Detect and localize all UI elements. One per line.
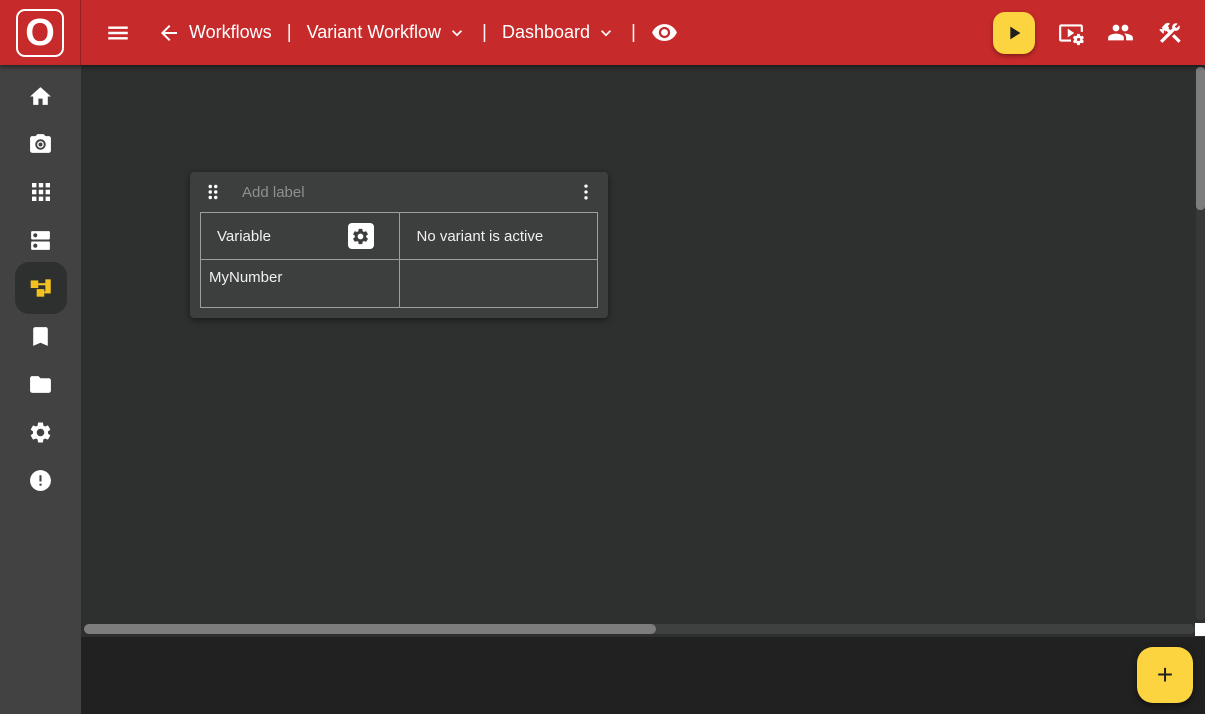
topbar: O Workflows | Variant Workflow | Dashboa… xyxy=(0,0,1205,65)
chevron-down-icon xyxy=(447,23,467,43)
vertical-scrollbar-thumb[interactable] xyxy=(1196,67,1205,210)
sidebar-item-alerts[interactable] xyxy=(0,456,81,504)
sidebar-item-workflows[interactable] xyxy=(0,264,81,312)
active-indicator xyxy=(15,262,67,314)
widget-header xyxy=(190,172,608,212)
workflow-tree-icon xyxy=(28,275,54,301)
video-settings-button[interactable] xyxy=(1058,20,1084,46)
people-icon xyxy=(1107,19,1134,46)
table-header-row: Variable No variant is active xyxy=(201,213,598,260)
drag-handle-icon xyxy=(202,181,224,203)
apps-grid-icon xyxy=(29,180,53,204)
variable-widget-card: Variable No variant is active xyxy=(190,172,608,318)
tools-button[interactable] xyxy=(1157,20,1183,46)
widget-menu-button[interactable] xyxy=(576,182,596,202)
kebab-menu-icon xyxy=(576,182,596,202)
bottom-panel xyxy=(81,637,1205,714)
camera-icon xyxy=(28,132,53,157)
drag-handle[interactable] xyxy=(202,181,224,203)
sidebar xyxy=(0,65,81,714)
folder-icon xyxy=(28,372,53,397)
sidebar-item-devices[interactable] xyxy=(0,216,81,264)
divider: | xyxy=(631,22,636,44)
construction-tools-icon xyxy=(1157,20,1183,46)
chevron-down-icon xyxy=(596,23,616,43)
variable-settings-icon xyxy=(351,227,370,246)
video-settings-icon xyxy=(1058,20,1084,46)
hamburger-menu-icon xyxy=(105,20,131,46)
menu-button[interactable] xyxy=(105,20,131,46)
breadcrumb-workflows[interactable]: Workflows xyxy=(189,22,272,43)
variable-settings-button[interactable] xyxy=(348,223,374,249)
users-button[interactable] xyxy=(1107,19,1134,46)
logo-letter: O xyxy=(25,14,55,52)
dashboard-canvas[interactable]: Variable No variant is active xyxy=(81,65,1205,622)
horizontal-scrollbar xyxy=(81,622,1205,637)
divider: | xyxy=(482,22,487,44)
sidebar-item-home[interactable] xyxy=(0,72,81,120)
variable-table: Variable No variant is active xyxy=(200,212,598,308)
preview-button[interactable] xyxy=(651,19,678,46)
main-area: Variable No variant is active xyxy=(81,65,1205,714)
table-row[interactable]: MyNumber xyxy=(201,260,598,308)
widget-label-input[interactable] xyxy=(242,184,568,201)
run-button[interactable] xyxy=(993,12,1035,54)
play-icon xyxy=(1003,22,1025,44)
app-logo[interactable]: O xyxy=(0,0,81,65)
variable-column-header: Variable xyxy=(217,228,271,245)
variable-name-cell[interactable]: MyNumber xyxy=(201,260,399,286)
eye-icon xyxy=(651,19,678,46)
sidebar-item-camera[interactable] xyxy=(0,120,81,168)
variable-value-cell[interactable] xyxy=(400,260,598,269)
variant-status-text: No variant is active xyxy=(400,228,598,245)
sidebar-item-settings[interactable] xyxy=(0,408,81,456)
settings-gear-icon xyxy=(28,420,53,445)
home-icon xyxy=(28,84,53,109)
sidebar-item-bookmarks[interactable] xyxy=(0,312,81,360)
bookmark-icon xyxy=(28,324,53,349)
workflow-selector[interactable]: Variant Workflow xyxy=(307,22,467,43)
sidebar-item-files[interactable] xyxy=(0,360,81,408)
plus-icon: + xyxy=(1157,661,1173,689)
arrow-back-icon xyxy=(157,21,181,45)
dns-list-icon xyxy=(28,228,53,253)
scrollbar-corner xyxy=(1195,623,1205,636)
dashboard-selector[interactable]: Dashboard xyxy=(502,22,616,43)
divider: | xyxy=(287,22,292,44)
dashboard-selector-label: Dashboard xyxy=(502,22,590,43)
sidebar-item-apps[interactable] xyxy=(0,168,81,216)
topbar-actions xyxy=(993,12,1183,54)
horizontal-scrollbar-thumb[interactable] xyxy=(84,624,656,634)
logo-square: O xyxy=(16,9,64,57)
workflow-selector-label: Variant Workflow xyxy=(307,22,441,43)
back-button[interactable] xyxy=(157,21,181,45)
add-widget-fab[interactable]: + xyxy=(1137,647,1193,703)
error-icon xyxy=(28,468,53,493)
